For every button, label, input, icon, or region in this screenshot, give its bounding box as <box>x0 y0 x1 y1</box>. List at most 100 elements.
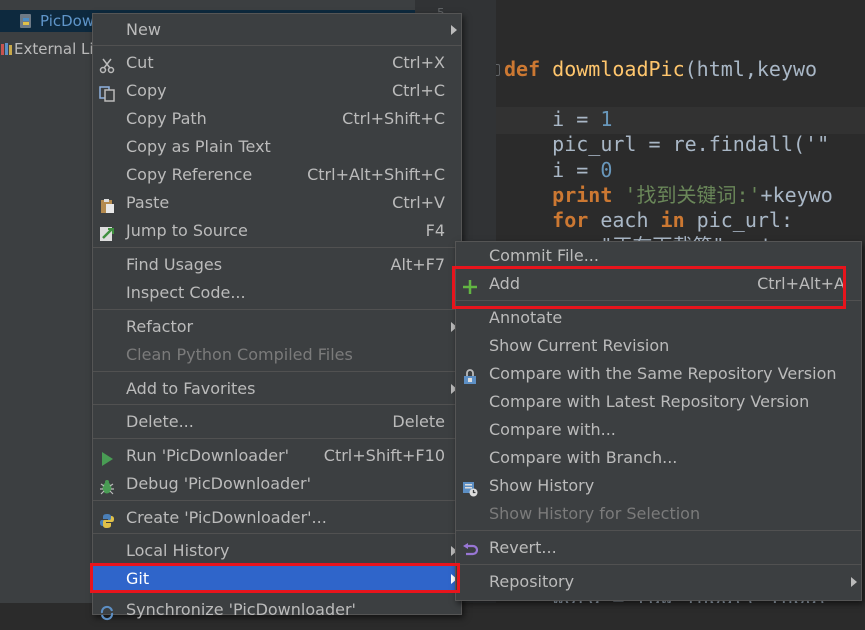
code-line: for each in pic_url: <box>504 208 793 233</box>
menu-item-label: Show History for Selection <box>489 504 701 523</box>
menu-item-add-to-favorites[interactable]: Add to Favorites <box>93 375 461 403</box>
code-token: print <box>504 183 625 207</box>
menu-item-shortcut: Delete <box>392 412 445 431</box>
menu-item-label: Cut <box>126 53 154 72</box>
menu-item-annotate[interactable]: Annotate <box>456 304 861 332</box>
copy-icon <box>99 83 115 102</box>
menu-item-local-history[interactable]: Local History <box>93 537 461 565</box>
menu-item-label: Jump to Source <box>126 221 248 240</box>
plus-icon <box>462 276 478 294</box>
context-menu: New Cut Ctrl+X Copy Ctrl+C Copy Path Ctrl+Shif… <box>92 13 462 621</box>
menu-item-label: Git <box>126 569 150 588</box>
code-token: def <box>504 57 553 81</box>
menu-item-label: Add <box>489 274 520 293</box>
menu-item-debug-picdownloader[interactable]: Debug 'PicDownloader' <box>93 470 461 498</box>
code-token: 1 <box>600 107 613 131</box>
code-token: for <box>504 208 601 232</box>
code-token: dowmloadPic <box>552 57 685 81</box>
code-token: each <box>600 208 661 232</box>
menu-item-run-picdownloader[interactable]: Run 'PicDownloader' Ctrl+Shift+F10 <box>93 442 461 470</box>
menu-item-jump-to-source[interactable]: Jump to Source F4 <box>93 217 461 245</box>
debug-icon <box>99 476 115 495</box>
menu-item-label: Revert... <box>489 538 557 557</box>
code-token: i = <box>504 158 601 182</box>
code-token: +keywo <box>760 183 833 207</box>
menu-item-label: Run 'PicDownloader' <box>126 446 290 465</box>
fold-marker-icon[interactable] <box>496 64 500 76</box>
menu-item-compare-with[interactable]: Compare with... <box>456 416 861 444</box>
menu-item-copy[interactable]: Copy Ctrl+C <box>93 77 461 105</box>
code-token: in <box>660 208 697 232</box>
menu-item-show-history-for-selection: Show History for Selection <box>456 500 861 528</box>
run-icon <box>99 448 115 466</box>
menu-item-label: Commit File... <box>489 246 599 265</box>
code-token: 0 <box>600 158 613 182</box>
menu-item-label: Add to Favorites <box>126 379 256 398</box>
menu-item-label: Copy <box>126 81 167 100</box>
menu-item-synchronize-picdownloader[interactable]: Synchronize 'PicDownloader' <box>93 596 461 624</box>
menu-item-delete[interactable]: Delete... Delete <box>93 408 461 436</box>
code-line: i = 1 <box>504 107 612 132</box>
menu-item-label: Debug 'PicDownloader' <box>126 474 311 493</box>
menu-separator <box>456 530 861 531</box>
menu-separator <box>93 404 461 405</box>
menu-item-show-current-revision[interactable]: Show Current Revision <box>456 332 861 360</box>
python-folder-icon <box>20 14 31 28</box>
menu-item-label: Local History <box>126 541 230 560</box>
menu-item-git[interactable]: Git <box>93 565 461 593</box>
menu-item-shortcut: Ctrl+Shift+F10 <box>323 446 445 465</box>
menu-item-commit-file[interactable]: Commit File... <box>456 242 861 270</box>
menu-item-label: Paste <box>126 193 170 212</box>
menu-item-compare-with-branch[interactable]: Compare with Branch... <box>456 444 861 472</box>
menu-item-copy-path[interactable]: Copy Path Ctrl+Shift+C <box>93 105 461 133</box>
code-token: '找到关键词:' <box>624 183 761 207</box>
menu-item-compare-with-latest-repository-version[interactable]: Compare with Latest Repository Version <box>456 388 861 416</box>
menu-item-shortcut: Ctrl+V <box>392 193 445 212</box>
menu-item-cut[interactable]: Cut Ctrl+X <box>93 49 461 77</box>
menu-item-add[interactable]: Add Ctrl+Alt+A <box>456 270 861 298</box>
menu-separator <box>93 45 461 46</box>
menu-item-paste[interactable]: Paste Ctrl+V <box>93 189 461 217</box>
menu-item-inspect-code[interactable]: Inspect Code... <box>93 279 461 307</box>
code-line: i = 0 <box>504 158 612 183</box>
menu-item-label: Create 'PicDownloader'... <box>126 508 327 527</box>
compare-icon <box>462 366 478 384</box>
history-icon <box>462 478 478 497</box>
menu-item-label: Copy Path <box>126 109 207 128</box>
code-token: (html,keywo <box>684 57 818 81</box>
submenu-arrow-icon <box>851 577 857 587</box>
menu-item-find-usages[interactable]: Find Usages Alt+F7 <box>93 251 461 279</box>
menu-item-copy-reference[interactable]: Copy Reference Ctrl+Alt+Shift+C <box>93 161 461 189</box>
menu-item-label: Compare with... <box>489 420 616 439</box>
menu-item-label: Compare with Latest Repository Version <box>489 392 810 411</box>
menu-separator <box>93 371 461 372</box>
menu-item-show-history[interactable]: Show History <box>456 472 861 500</box>
menu-item-shortcut: Ctrl+Shift+C <box>342 109 445 128</box>
menu-item-label: Show History <box>489 476 595 495</box>
menu-item-shortcut: Alt+F7 <box>390 255 445 274</box>
menu-item-refactor[interactable]: Refactor <box>93 313 461 341</box>
sync-icon <box>99 602 115 621</box>
code-token: pic_url = re.findall('" <box>504 132 830 156</box>
menu-item-label: Show Current Revision <box>489 336 670 355</box>
git-submenu: Commit File... Add Ctrl+Alt+A Annotate Show … <box>455 241 862 601</box>
menu-item-create-picdownloader[interactable]: Create 'PicDownloader'... <box>93 504 461 532</box>
jump-to-source-icon <box>99 223 115 241</box>
menu-item-shortcut: Ctrl+Alt+A <box>757 274 845 293</box>
code-line: print '找到关键词:'+keywo <box>504 183 833 208</box>
menu-item-compare-with-the-same-repository-version[interactable]: Compare with the Same Repository Version <box>456 360 861 388</box>
menu-item-label: Compare with Branch... <box>489 448 678 467</box>
menu-item-shortcut: Ctrl+Alt+Shift+C <box>307 165 445 184</box>
menu-item-revert[interactable]: Revert... <box>456 534 861 562</box>
menu-item-shortcut: Ctrl+X <box>392 53 445 72</box>
menu-item-repository[interactable]: Repository <box>456 568 861 596</box>
menu-item-label: Find Usages <box>126 255 223 274</box>
menu-separator <box>93 500 461 501</box>
menu-item-new[interactable]: New <box>93 16 461 44</box>
menu-separator <box>93 247 461 248</box>
code-line: pic_url = re.findall('" <box>504 132 829 157</box>
paste-icon <box>99 195 115 213</box>
menu-item-copy-as-plain-text[interactable]: Copy as Plain Text <box>93 133 461 161</box>
menu-item-label: Copy as Plain Text <box>126 137 271 156</box>
menu-item-label: Synchronize 'PicDownloader' <box>126 600 356 619</box>
